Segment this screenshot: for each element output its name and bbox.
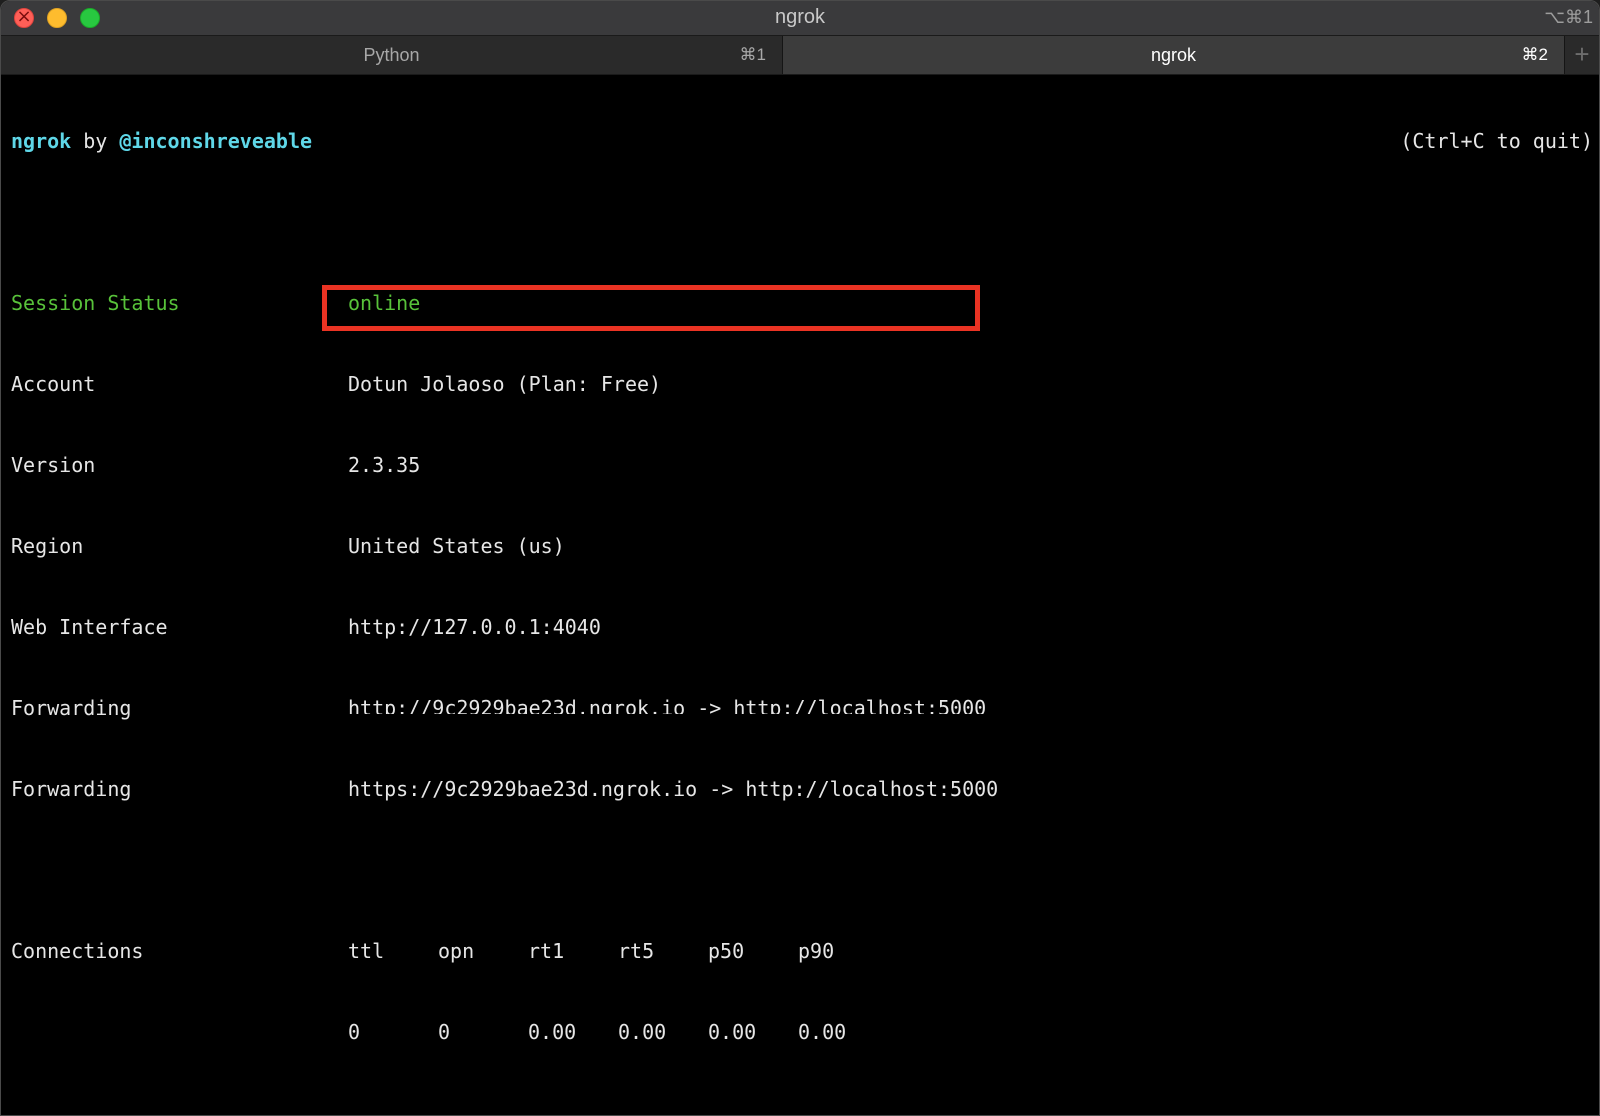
info-label: Account	[11, 372, 96, 396]
http-forwarding-url[interactable]: http://9c2929bae23d.ngrok.io -> http://l…	[348, 695, 986, 714]
info-row: Forwarding https://9c2929bae23d.ngrok.io…	[11, 776, 1593, 803]
tab-ngrok[interactable]: ngrok ⌘2	[783, 36, 1565, 74]
https-forwarding-url[interactable]: https://9c2929bae23d.ngrok.io -> http://…	[348, 776, 998, 803]
tab-shortcut: ⌘2	[1521, 45, 1548, 64]
add-tab-button[interactable]: +	[1565, 36, 1599, 74]
connections-label: Connections	[11, 939, 144, 963]
info-value: United States (us)	[348, 534, 565, 558]
https-forwarding-highlight-box	[322, 285, 980, 331]
info-label: Web Interface	[11, 615, 168, 639]
info-label: Region	[11, 534, 84, 558]
title-bar[interactable]: ngrok ⌥⌘1	[1, 1, 1599, 35]
app-name: ngrok	[11, 129, 72, 153]
info-row: Account Dotun Jolaoso (Plan: Free)	[11, 371, 1593, 398]
session-status-label: Session Status	[11, 291, 180, 315]
author-handle: @inconshreveable	[119, 129, 313, 153]
conn-col-header: rt1	[528, 939, 565, 963]
tab-label: Python	[363, 45, 420, 65]
info-label: Version	[11, 453, 96, 477]
tab-python[interactable]: Python ⌘1	[1, 36, 783, 74]
connections-header-row: Connections ttl opn rt1 rt5 p50 p90	[11, 938, 1593, 965]
conn-col-value: 0	[438, 1020, 451, 1044]
info-row: Web Interface http://127.0.0.1:4040	[11, 614, 1593, 641]
tab-bar: Python ⌘1 ngrok ⌘2 +	[1, 35, 1599, 75]
info-row: Region United States (us)	[11, 533, 1593, 560]
conn-col-header: ttl	[348, 939, 385, 963]
info-label: Forwarding	[11, 777, 132, 801]
conn-col-value: 0.00	[708, 1020, 757, 1044]
header-line: ngrok by @inconshreveable (Ctrl+C to quit…	[11, 128, 1593, 155]
conn-col-header: p50	[708, 939, 745, 963]
quit-hint: (Ctrl+C to quit)	[1400, 129, 1593, 153]
tab-shortcut: ⌘1	[739, 45, 766, 64]
conn-col-value: 0.00	[618, 1020, 667, 1044]
conn-col-header: opn	[438, 939, 475, 963]
tab-label: ngrok	[1150, 45, 1197, 65]
by-text: by	[71, 129, 120, 153]
window-shortcut: ⌥⌘1	[1544, 7, 1593, 27]
window-title: ngrok	[774, 6, 826, 28]
terminal-window: ngrok ⌥⌘1 Python ⌘1 ngrok ⌘2 + ngrok by …	[0, 0, 1600, 1116]
conn-col-value: 0	[348, 1020, 361, 1044]
info-row: Forwarding http://9c2929bae23d.ngrok.io …	[11, 695, 1593, 722]
web-interface-url[interactable]: http://127.0.0.1:4040	[348, 614, 601, 641]
info-value: Dotun Jolaoso (Plan: Free)	[348, 372, 662, 396]
conn-col-value: 0.00	[528, 1020, 577, 1044]
connections-values-row: 0 0 0.00 0.00 0.00 0.00	[11, 1019, 1593, 1046]
conn-col-value: 0.00	[798, 1020, 847, 1044]
conn-col-header: p90	[798, 939, 835, 963]
info-label: Forwarding	[11, 696, 132, 720]
terminal-output[interactable]: ngrok by @inconshreveable (Ctrl+C to quit…	[11, 74, 1593, 1100]
conn-col-header: rt5	[618, 939, 655, 963]
info-row: Version 2.3.35	[11, 452, 1593, 479]
info-value: 2.3.35	[348, 453, 421, 477]
